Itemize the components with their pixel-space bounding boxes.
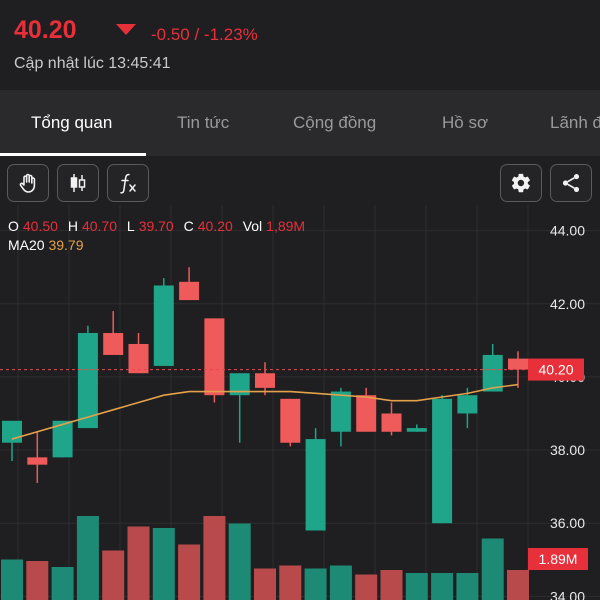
candle-body xyxy=(457,395,478,414)
candle-body xyxy=(255,373,275,388)
y-tick-label: 34.00 xyxy=(550,588,585,600)
candle-body xyxy=(305,439,326,531)
price-chart[interactable]: 44.0042.0040.0038.0036.0034.0040.201.89M… xyxy=(0,205,600,600)
legend-volume-label: Vol xyxy=(242,218,263,234)
candle-body xyxy=(381,413,402,432)
volume-bar xyxy=(355,574,378,600)
hand-tool-button[interactable] xyxy=(7,164,49,202)
price-change: -0.50 / -1.23% xyxy=(151,25,258,44)
y-tick-label: 38.00 xyxy=(550,442,585,458)
y-tick-label: 36.00 xyxy=(550,515,585,531)
volume-bar xyxy=(405,573,428,600)
candle-body xyxy=(103,333,124,355)
candlestick-chart: 44.0042.0040.0038.0036.0034.0040.201.89M xyxy=(0,205,600,600)
legend-high-label: H xyxy=(67,218,78,234)
hand-icon xyxy=(19,173,36,193)
candle-body xyxy=(280,398,301,443)
candle-body xyxy=(432,398,453,524)
candle-body xyxy=(204,318,225,396)
volume-bar xyxy=(203,516,226,600)
volume-bar xyxy=(102,550,125,600)
volume-bar xyxy=(431,573,454,600)
share-button[interactable] xyxy=(550,164,592,202)
candle-body xyxy=(508,358,528,370)
tab-overview[interactable]: Tổng quan xyxy=(31,90,112,156)
volume-bar xyxy=(127,526,150,600)
tab-news[interactable]: Tin tức xyxy=(177,90,229,156)
volume-bar xyxy=(76,516,99,600)
share-icon xyxy=(562,174,580,192)
candlestick-icon xyxy=(70,174,86,192)
tab-profile[interactable]: Hồ sơ xyxy=(442,90,488,156)
function-icon xyxy=(120,173,136,194)
candle-body xyxy=(153,285,174,366)
volume-bar xyxy=(178,544,201,600)
y-tick-label: 42.00 xyxy=(550,296,585,312)
legend-volume: 1,89M xyxy=(266,218,306,234)
volume-bar xyxy=(228,523,251,600)
tab-bar: Tổng quan Tin tức Cộng đồng Hồ sơ Lãnh đ xyxy=(0,90,600,156)
tab-community[interactable]: Cộng đồng xyxy=(293,90,376,156)
last-price: 40.20 xyxy=(14,16,77,44)
chart-type-button[interactable] xyxy=(57,164,99,202)
tab-leadership[interactable]: Lãnh đ xyxy=(550,90,600,156)
ma-legend: MA20 39.79 xyxy=(8,237,84,253)
volume-bar xyxy=(456,573,479,600)
chart-toolbar xyxy=(0,160,600,210)
legend-open: 40.50 xyxy=(22,218,58,234)
y-tick-label: 44.00 xyxy=(550,223,585,239)
volume-bar xyxy=(380,570,403,600)
indicator-button[interactable] xyxy=(107,164,149,202)
legend-close-label: C xyxy=(183,218,194,234)
quote-header: 40.20 -0.50 / -1.23% Cập nhật lúc 13:45:… xyxy=(14,16,594,76)
settings-button[interactable] xyxy=(500,164,542,202)
volume-bar xyxy=(481,538,504,600)
legend-ma-value: 39.79 xyxy=(48,237,84,253)
candle-body xyxy=(77,333,98,429)
last-volume-tag-label: 1.89M xyxy=(539,551,578,567)
triangle-down-icon xyxy=(116,24,136,35)
volume-bar xyxy=(26,561,49,600)
candle-body xyxy=(128,343,149,374)
last-price-tag-label: 40.20 xyxy=(538,362,573,378)
volume-bar xyxy=(51,567,74,600)
legend-ma-label: MA20 xyxy=(8,237,45,253)
candle-body xyxy=(330,391,351,432)
update-time: Cập nhật lúc 13:45:41 xyxy=(14,55,171,72)
candle-body xyxy=(27,457,48,465)
active-tab-indicator xyxy=(0,153,146,156)
legend-low: 39.70 xyxy=(138,218,174,234)
legend-low-label: L xyxy=(126,218,135,234)
legend-open-label: O xyxy=(8,218,19,234)
volume-bar xyxy=(279,565,302,600)
candle-body xyxy=(356,395,377,432)
candle-body xyxy=(2,420,22,443)
volume-bar xyxy=(329,565,352,600)
volume-bar xyxy=(152,528,175,600)
ohlc-legend: O 40.50 H 40.70 L 39.70 C 40.20 Vol 1,89M xyxy=(8,218,311,234)
volume-bar xyxy=(254,568,276,600)
volume-bar xyxy=(304,568,327,600)
candle-body xyxy=(406,428,427,432)
candle-body xyxy=(179,281,200,301)
legend-high: 40.70 xyxy=(81,218,117,234)
gear-icon xyxy=(511,173,530,193)
volume-bar xyxy=(507,570,529,600)
volume-bar xyxy=(1,559,23,600)
legend-close: 40.20 xyxy=(197,218,233,234)
candle-body xyxy=(482,354,503,392)
